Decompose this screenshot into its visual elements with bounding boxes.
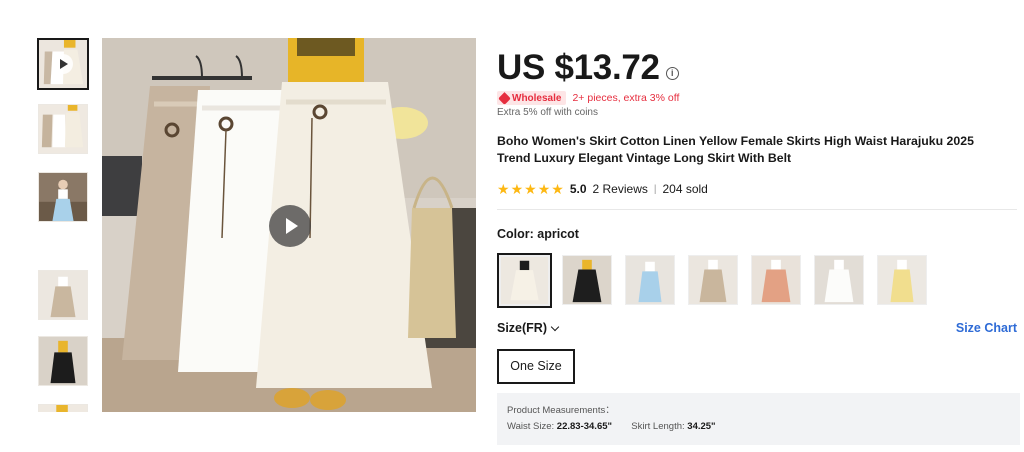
tag-icon xyxy=(498,91,511,105)
thumbnail-image[interactable] xyxy=(38,270,88,320)
color-swatches xyxy=(497,253,1024,308)
rating-stars: ★ ★ ★ ★ ★ xyxy=(497,182,565,196)
main-product-image[interactable] xyxy=(102,38,476,412)
size-selector-label[interactable]: Size(FR) xyxy=(497,321,560,335)
size-option-one-size[interactable]: One Size xyxy=(497,349,575,384)
star-icon: ★ xyxy=(537,181,551,197)
divider xyxy=(497,209,1017,210)
color-label: Color: apricot xyxy=(497,227,1024,243)
chevron-down-icon xyxy=(550,322,560,331)
color-label-prefix: Color: xyxy=(497,227,538,241)
color-swatch-white[interactable] xyxy=(814,255,864,305)
length-label: Skirt Length: xyxy=(631,421,688,432)
color-swatch-khaki[interactable] xyxy=(688,255,738,305)
color-swatch-apricot[interactable] xyxy=(497,253,552,308)
color-swatch-black[interactable] xyxy=(562,255,612,305)
thumbnail-image[interactable] xyxy=(38,172,88,222)
star-icon: ★ xyxy=(524,181,537,197)
info-icon[interactable]: i xyxy=(665,66,679,80)
star-icon: ★ xyxy=(551,181,564,197)
color-swatch-blue[interactable] xyxy=(625,255,675,305)
product-price: US $13.72 xyxy=(497,48,660,87)
thumbnail-image[interactable] xyxy=(38,404,88,412)
sold-count: 204 sold xyxy=(662,182,708,196)
product-info: US $13.72 i Wholesale 2+ pieces, extra 3… xyxy=(497,46,1024,445)
play-icon xyxy=(53,54,73,74)
size-chart-link[interactable]: Size Chart xyxy=(956,321,1017,335)
measurements-heading: Product Measurements： xyxy=(507,405,615,416)
rating-separator: | xyxy=(653,183,657,195)
product-title: Boho Women's Skirt Cotton Linen Yellow F… xyxy=(497,134,974,165)
reviews-link[interactable]: 2 Reviews xyxy=(593,182,648,196)
wholesale-badge-label: Wholesale xyxy=(512,92,562,104)
waist-value: 22.83-34.65" xyxy=(556,421,613,432)
wholesale-promo: Wholesale 2+ pieces, extra 3% off xyxy=(497,90,1024,106)
color-swatch-pink[interactable] xyxy=(751,255,801,305)
size-row: Size(FR) Size Chart xyxy=(497,320,1017,336)
wholesale-badge: Wholesale xyxy=(497,91,567,105)
rating-score: 5.0 xyxy=(569,182,587,196)
waist-label: Waist Size: xyxy=(507,421,557,432)
coins-promo: Extra 5% off with coins xyxy=(497,107,598,118)
color-swatch-yellow[interactable] xyxy=(877,255,927,305)
star-icon: ★ xyxy=(510,181,524,197)
color-selected-value: apricot xyxy=(537,227,579,241)
rating-row: ★ ★ ★ ★ ★ 5.0 2 Reviews | 204 sold xyxy=(497,182,1024,196)
thumbnail-image[interactable] xyxy=(38,104,88,154)
thumbnail-image[interactable] xyxy=(38,336,88,386)
play-video-button[interactable] xyxy=(269,205,311,247)
product-measurements: Product Measurements： Waist Size: 22.83-… xyxy=(497,393,1020,445)
wholesale-promo-text: 2+ pieces, extra 3% off xyxy=(572,92,680,104)
size-label-text: Size(FR) xyxy=(497,321,547,335)
star-icon: ★ xyxy=(497,181,510,197)
length-value: 34.25" xyxy=(687,421,716,432)
thumbnail-strip xyxy=(37,38,89,412)
thumbnail-video[interactable] xyxy=(37,38,89,90)
